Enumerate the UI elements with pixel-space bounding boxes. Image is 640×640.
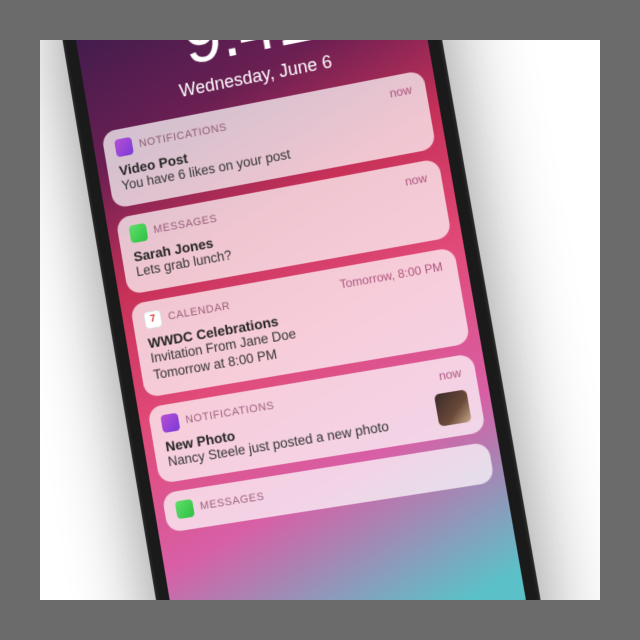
notifications-icon bbox=[160, 412, 180, 432]
notification-stack: NOTIFICATIONSnowVideo PostYou have 6 lik… bbox=[101, 70, 495, 533]
iphone-body: 9:41 bbox=[47, 40, 550, 600]
messages-icon bbox=[128, 223, 148, 244]
image-frame: 9:41 bbox=[40, 40, 600, 600]
notification-app-label: MESSAGES bbox=[199, 491, 265, 513]
lock-screen[interactable]: 9:41 bbox=[63, 40, 533, 600]
messages-icon bbox=[175, 499, 195, 519]
notifications-icon bbox=[114, 137, 134, 158]
notification-app-label: CALENDAR bbox=[167, 300, 231, 323]
calendar-icon: 7 bbox=[143, 309, 163, 330]
notification-thumbnail bbox=[434, 389, 472, 426]
notification-app-label: MESSAGES bbox=[153, 213, 219, 236]
